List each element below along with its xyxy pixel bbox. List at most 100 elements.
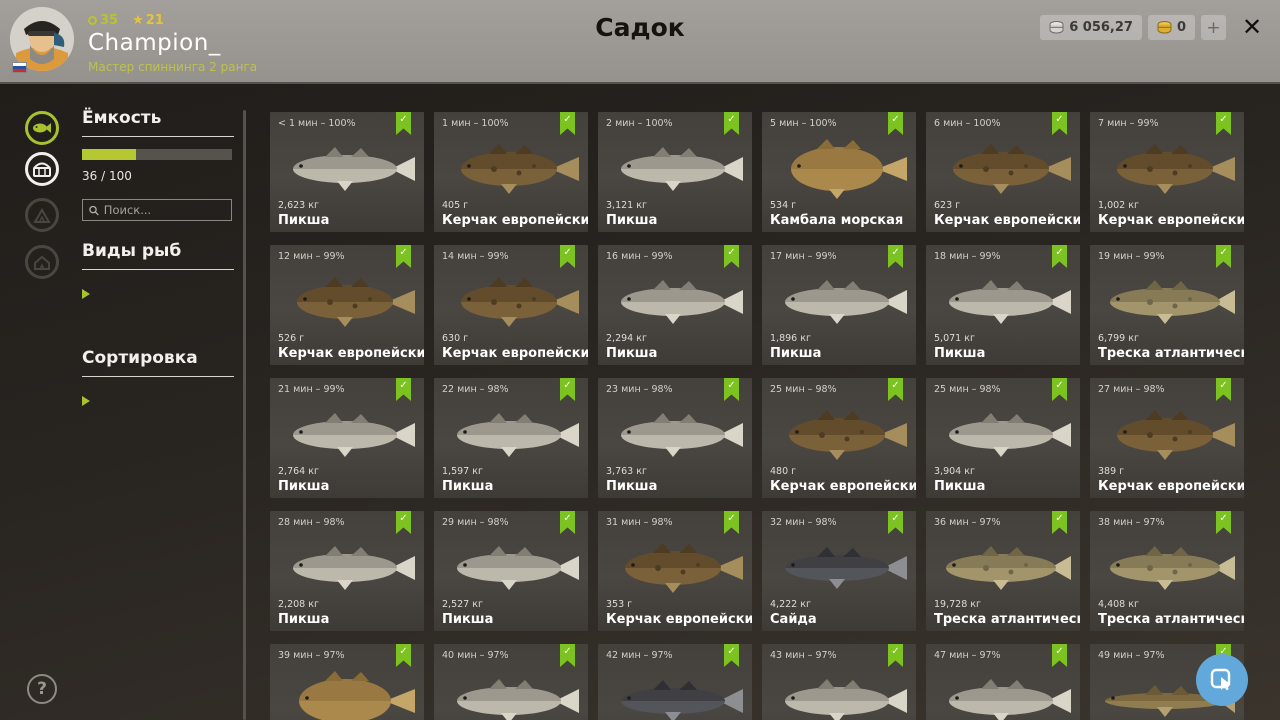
fish-weight: 623 г <box>934 200 961 211</box>
fish-name: Керчак европейский <box>442 213 588 228</box>
fish-card[interactable]: 5 мин – 100% ✓ 534 г Камбала морская <box>762 112 916 232</box>
fish-weight: 1,597 кг <box>442 466 483 477</box>
bookmark-icon[interactable]: ✓ <box>396 644 411 667</box>
catch-time-label: 40 мин – 97% <box>442 650 509 661</box>
fish-card[interactable]: 19 мин – 99% ✓ 6,799 кг Треска атлантиче… <box>1090 245 1244 365</box>
fish-weight: 2,294 кг <box>606 333 647 344</box>
fish-card[interactable]: 36 мин – 97% ✓ 19,728 кг Треска атлантич… <box>926 511 1080 631</box>
catch-time-label: 1 мин – 100% <box>442 118 509 129</box>
bookmark-icon[interactable]: ✓ <box>1216 112 1231 135</box>
bookmark-icon[interactable]: ✓ <box>1052 245 1067 268</box>
fish-card[interactable]: 14 мин – 99% ✓ 630 г Керчак европейский <box>434 245 588 365</box>
help-button[interactable]: ? <box>27 674 57 704</box>
fish-name: Пикша <box>770 346 822 361</box>
bookmark-icon[interactable]: ✓ <box>1216 511 1231 534</box>
bookmark-icon[interactable]: ✓ <box>1216 245 1231 268</box>
bookmark-icon[interactable]: ✓ <box>888 511 903 534</box>
bookmark-icon[interactable]: ✓ <box>1052 112 1067 135</box>
fish-card[interactable]: 25 мин – 98% ✓ 3,904 кг Пикша <box>926 378 1080 498</box>
search-box[interactable] <box>82 199 232 221</box>
catch-time-label: 14 мин – 99% <box>442 251 509 262</box>
fish-card[interactable]: 1 мин – 100% ✓ 405 г Керчак европейский <box>434 112 588 232</box>
bookmark-icon[interactable]: ✓ <box>396 511 411 534</box>
fish-card[interactable]: 6 мин – 100% ✓ 623 г Керчак европейский <box>926 112 1080 232</box>
cursor-mode-button[interactable] <box>1196 654 1248 706</box>
fish-card[interactable]: 28 мин – 98% ✓ 2,208 кг Пикша <box>270 511 424 631</box>
fish-card[interactable]: 7 мин – 99% ✓ 1,002 кг Керчак европейски… <box>1090 112 1244 232</box>
bookmark-icon[interactable]: ✓ <box>560 378 575 401</box>
search-icon <box>89 205 99 215</box>
fish-image <box>605 404 745 466</box>
bookmark-icon[interactable]: ✓ <box>724 112 739 135</box>
bookmark-icon[interactable]: ✓ <box>888 378 903 401</box>
close-icon[interactable]: ✕ <box>1238 13 1266 41</box>
fish-weight: 2,208 кг <box>278 599 319 610</box>
fish-image <box>933 670 1073 720</box>
bookmark-icon[interactable]: ✓ <box>560 112 575 135</box>
bookmark-icon[interactable]: ✓ <box>888 112 903 135</box>
catch-time-label: 42 мин – 97% <box>606 650 673 661</box>
silver-money-badge[interactable]: 6 056,27 <box>1040 15 1142 40</box>
fish-card[interactable]: 47 мин – 97% ✓ <box>926 644 1080 720</box>
fish-card[interactable]: 27 мин – 98% ✓ 389 г Керчак европейский <box>1090 378 1244 498</box>
catch-time-label: 19 мин – 99% <box>1098 251 1165 262</box>
silver-amount: 6 056,27 <box>1069 20 1133 35</box>
bookmark-icon[interactable]: ✓ <box>1052 378 1067 401</box>
fish-image <box>1097 271 1237 333</box>
bookmark-icon[interactable]: ✓ <box>1052 644 1067 667</box>
fish-card[interactable]: 25 мин – 98% ✓ 480 г Керчак европейский <box>762 378 916 498</box>
bookmark-icon[interactable]: ✓ <box>560 644 575 667</box>
catch-time-label: 38 мин – 97% <box>1098 517 1165 528</box>
fish-weight: 2,527 кг <box>442 599 483 610</box>
rail-tab-fish-trap[interactable] <box>25 152 59 186</box>
fish-card[interactable]: 39 мин – 97% ✓ <box>270 644 424 720</box>
fish-image <box>933 138 1073 200</box>
catch-time-label: 32 мин – 98% <box>770 517 837 528</box>
bookmark-icon[interactable]: ✓ <box>724 378 739 401</box>
bookmark-icon[interactable]: ✓ <box>888 245 903 268</box>
bookmark-icon[interactable]: ✓ <box>1052 511 1067 534</box>
fish-name: Пикша <box>606 479 658 494</box>
fish-weight: 389 г <box>1098 466 1125 477</box>
fish-card[interactable]: 38 мин – 97% ✓ 4,408 кг Треска атлантиче… <box>1090 511 1244 631</box>
bookmark-icon[interactable]: ✓ <box>724 644 739 667</box>
catch-time-label: 29 мин – 98% <box>442 517 509 528</box>
sidebar: Ёмкость 36 / 100 Виды рыб Сортировка <box>82 108 234 425</box>
bookmark-icon[interactable]: ✓ <box>1216 378 1231 401</box>
fish-weight: 353 г <box>606 599 633 610</box>
fish-card[interactable]: 2 мин – 100% ✓ 3,121 кг Пикша <box>598 112 752 232</box>
fish-name: Пикша <box>278 479 330 494</box>
fish-card[interactable]: 22 мин – 98% ✓ 1,597 кг Пикша <box>434 378 588 498</box>
catch-time-label: 28 мин – 98% <box>278 517 345 528</box>
bookmark-icon[interactable]: ✓ <box>396 112 411 135</box>
bookmark-icon[interactable]: ✓ <box>396 245 411 268</box>
fish-card[interactable]: 31 мин – 98% ✓ 353 г Керчак европейский <box>598 511 752 631</box>
fish-card[interactable]: 43 мин – 97% ✓ <box>762 644 916 720</box>
sorting-list-item[interactable] <box>82 401 234 407</box>
fish-card[interactable]: 12 мин – 99% ✓ 526 г Керчак европейский <box>270 245 424 365</box>
fish-card[interactable]: 16 мин – 99% ✓ 2,294 кг Пикша <box>598 245 752 365</box>
search-input[interactable] <box>103 203 225 217</box>
add-money-button[interactable]: + <box>1201 15 1226 40</box>
silver-coins-icon <box>1049 21 1064 34</box>
fish-card[interactable]: 23 мин – 98% ✓ 3,763 кг Пикша <box>598 378 752 498</box>
fish-card[interactable]: 42 мин – 97% ✓ <box>598 644 752 720</box>
vertical-scrollbar[interactable] <box>243 110 246 720</box>
fish-card[interactable]: 17 мин – 99% ✓ 1,896 кг Пикша <box>762 245 916 365</box>
bookmark-icon[interactable]: ✓ <box>724 511 739 534</box>
fish-card[interactable]: 18 мин – 99% ✓ 5,071 кг Пикша <box>926 245 1080 365</box>
fish-card[interactable]: < 1 мин – 100% ✓ 2,623 кг Пикша <box>270 112 424 232</box>
gold-money-badge[interactable]: 0 <box>1147 15 1195 40</box>
fish-card[interactable]: 32 мин – 98% ✓ 4,222 кг Сайда <box>762 511 916 631</box>
fish-card[interactable]: 21 мин – 99% ✓ 2,764 кг Пикша <box>270 378 424 498</box>
fish-card[interactable]: 29 мин – 98% ✓ 2,527 кг Пикша <box>434 511 588 631</box>
bookmark-icon[interactable]: ✓ <box>396 378 411 401</box>
bookmark-icon[interactable]: ✓ <box>888 644 903 667</box>
bookmark-icon[interactable]: ✓ <box>724 245 739 268</box>
species-list-item[interactable] <box>82 324 234 330</box>
rail-tab-keepnet[interactable] <box>25 111 59 145</box>
fish-card[interactable]: 40 мин – 97% ✓ <box>434 644 588 720</box>
fish-weight: 2,623 кг <box>278 200 319 211</box>
bookmark-icon[interactable]: ✓ <box>560 511 575 534</box>
bookmark-icon[interactable]: ✓ <box>560 245 575 268</box>
